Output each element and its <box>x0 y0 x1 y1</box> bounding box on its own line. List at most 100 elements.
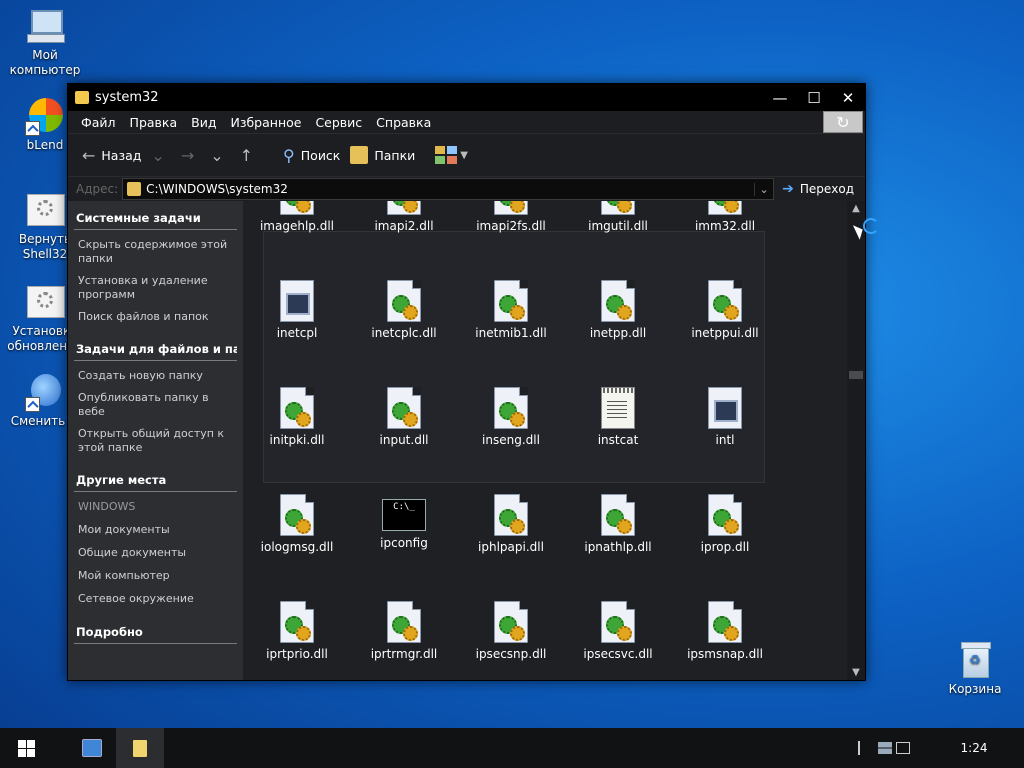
task-hide-folder-contents[interactable]: Скрыть содержимое этой папки <box>74 236 237 268</box>
toolbar: ← Назад ⌄ → ⌄ ↑ ⚲ Поиск Папки ▼ <box>68 134 865 177</box>
up-button[interactable]: ↑ <box>240 146 259 165</box>
scroll-thumb[interactable] <box>849 371 863 379</box>
browser-icon <box>25 96 65 136</box>
go-label: Переход <box>799 182 855 196</box>
dll-file-icon <box>280 201 314 215</box>
menu-tools[interactable]: Сервис <box>308 115 369 130</box>
file-item[interactable]: ipsecsnp.dll <box>457 601 565 661</box>
file-item[interactable]: iologmsg.dll <box>243 494 351 554</box>
place-my-computer[interactable]: Мой компьютер <box>74 567 237 584</box>
menu-favorites[interactable]: Избранное <box>223 115 308 130</box>
search-label: Поиск <box>300 147 341 163</box>
file-item[interactable]: imm32.dll <box>671 201 779 233</box>
address-input[interactable]: C:\WINDOWS\system32 ⌄ <box>122 178 775 200</box>
file-item[interactable]: C:\_ ipconfig <box>350 494 458 550</box>
file-tasks-header[interactable]: Задачи для файлов и папок <box>74 338 237 361</box>
file-item[interactable]: iprtrmgr.dll <box>350 601 458 661</box>
taskbar-network-app[interactable] <box>68 728 116 768</box>
file-item[interactable]: initpki.dll <box>243 387 351 447</box>
menu-edit[interactable]: Правка <box>123 115 185 130</box>
refresh-icon: ↻ <box>836 112 850 132</box>
console-app-icon: C:\_ <box>382 499 426 531</box>
taskbar-clock[interactable]: 1:24 <box>944 741 1004 755</box>
dll-file-icon <box>708 494 742 536</box>
task-new-folder[interactable]: Создать новую папку <box>74 367 237 385</box>
dll-file-icon <box>494 601 528 643</box>
place-my-documents[interactable]: Мои документы <box>74 521 237 538</box>
back-dropdown[interactable]: ⌄ <box>151 146 170 165</box>
file-item[interactable]: imgutil.dll <box>564 201 672 233</box>
file-item[interactable]: ipnathlp.dll <box>564 494 672 554</box>
minimize-button[interactable]: — <box>763 86 797 110</box>
desktop-icon-label: Корзина <box>948 682 1002 696</box>
desktop-icon-recycle-bin[interactable]: ♻ Корзина <box>930 640 1020 697</box>
tray-display-icon[interactable] <box>896 742 910 754</box>
file-item[interactable]: input.dll <box>350 387 458 447</box>
history-dropdown[interactable]: ⌄ <box>210 146 229 165</box>
search-button[interactable]: ⚲ Поиск <box>283 146 340 165</box>
file-item[interactable]: imapi2.dll <box>350 201 458 233</box>
back-button[interactable]: ← Назад <box>82 146 141 165</box>
scroll-up-icon[interactable]: ▲ <box>847 203 865 214</box>
taskbar: 1:24 <box>0 728 1024 768</box>
task-share-folder[interactable]: Открыть общий доступ к этой папке <box>74 425 237 457</box>
folder-icon <box>127 182 142 196</box>
file-item[interactable]: ipsecsvc.dll <box>564 601 672 661</box>
file-item[interactable]: iphlpapi.dll <box>457 494 565 554</box>
desktop-icon-my-computer[interactable]: Мой компьютер <box>0 6 90 78</box>
place-shared-documents[interactable]: Общие документы <box>74 544 237 561</box>
details-header[interactable]: Подробно <box>74 621 237 644</box>
file-name: intl <box>715 433 735 447</box>
chevron-down-icon: ⌄ <box>151 145 165 165</box>
dll-file-icon <box>601 494 635 536</box>
folder-icon <box>133 739 147 757</box>
explorer-window: system32 — ☐ ✕ Файл Правка Вид Избранное… <box>67 83 866 681</box>
other-places-header[interactable]: Другие места <box>74 469 237 492</box>
views-button[interactable]: ▼ <box>435 146 474 164</box>
system-tasks-header[interactable]: Системные задачи <box>74 207 237 230</box>
file-name: inetpp.dll <box>589 326 647 340</box>
vertical-scrollbar[interactable]: ▲ ▼ <box>847 201 865 680</box>
task-publish-folder[interactable]: Опубликовать папку в вебе <box>74 389 237 421</box>
file-item[interactable]: ipsmsnap.dll <box>671 601 779 661</box>
theme-change-icon <box>25 372 65 412</box>
maximize-button[interactable]: ☐ <box>797 86 831 110</box>
file-item[interactable]: inetcpl <box>243 280 351 340</box>
chevron-down-icon[interactable]: ⌄ <box>754 182 773 196</box>
file-item[interactable]: inseng.dll <box>457 387 565 447</box>
folders-label: Папки <box>374 147 416 163</box>
dll-file-icon <box>601 201 635 215</box>
file-item[interactable]: imapi2fs.dll <box>457 201 565 233</box>
task-search-files[interactable]: Поиск файлов и папок <box>74 308 237 326</box>
system-tray: 1:24 <box>858 728 1024 768</box>
file-item[interactable]: inetmib1.dll <box>457 280 565 340</box>
file-item[interactable]: inetppui.dll <box>671 280 779 340</box>
task-add-remove-programs[interactable]: Установка и удаление программ <box>74 272 237 304</box>
menu-file[interactable]: Файл <box>74 115 123 130</box>
tray-flag-icon[interactable] <box>858 741 864 755</box>
file-name: instcat <box>597 433 639 447</box>
place-network[interactable]: Сетевое окружение <box>74 590 237 607</box>
menu-view[interactable]: Вид <box>184 115 223 130</box>
file-name: imm32.dll <box>694 219 756 233</box>
file-item[interactable]: inetpp.dll <box>564 280 672 340</box>
file-item[interactable]: inetcplc.dll <box>350 280 458 340</box>
folders-button[interactable]: Папки <box>350 146 415 164</box>
file-item[interactable]: iprop.dll <box>671 494 779 554</box>
file-item[interactable]: intl <box>671 387 779 447</box>
forward-button[interactable]: → <box>181 146 200 165</box>
scroll-down-icon[interactable]: ▼ <box>847 667 865 678</box>
go-button[interactable]: ➔ Переход <box>782 181 854 197</box>
file-item[interactable]: iprtprio.dll <box>243 601 351 661</box>
refresh-button[interactable]: ↻ <box>823 111 863 133</box>
start-button[interactable] <box>0 728 52 768</box>
file-item[interactable]: instcat <box>564 387 672 447</box>
search-icon: ⚲ <box>283 145 295 165</box>
close-button[interactable]: ✕ <box>831 86 865 110</box>
place-windows[interactable]: WINDOWS <box>74 498 237 515</box>
menu-help[interactable]: Справка <box>369 115 438 130</box>
tray-network-icon[interactable] <box>878 742 892 754</box>
file-name: iologmsg.dll <box>260 540 334 554</box>
file-item[interactable]: imagehlp.dll <box>243 201 351 233</box>
taskbar-explorer[interactable] <box>116 728 164 768</box>
